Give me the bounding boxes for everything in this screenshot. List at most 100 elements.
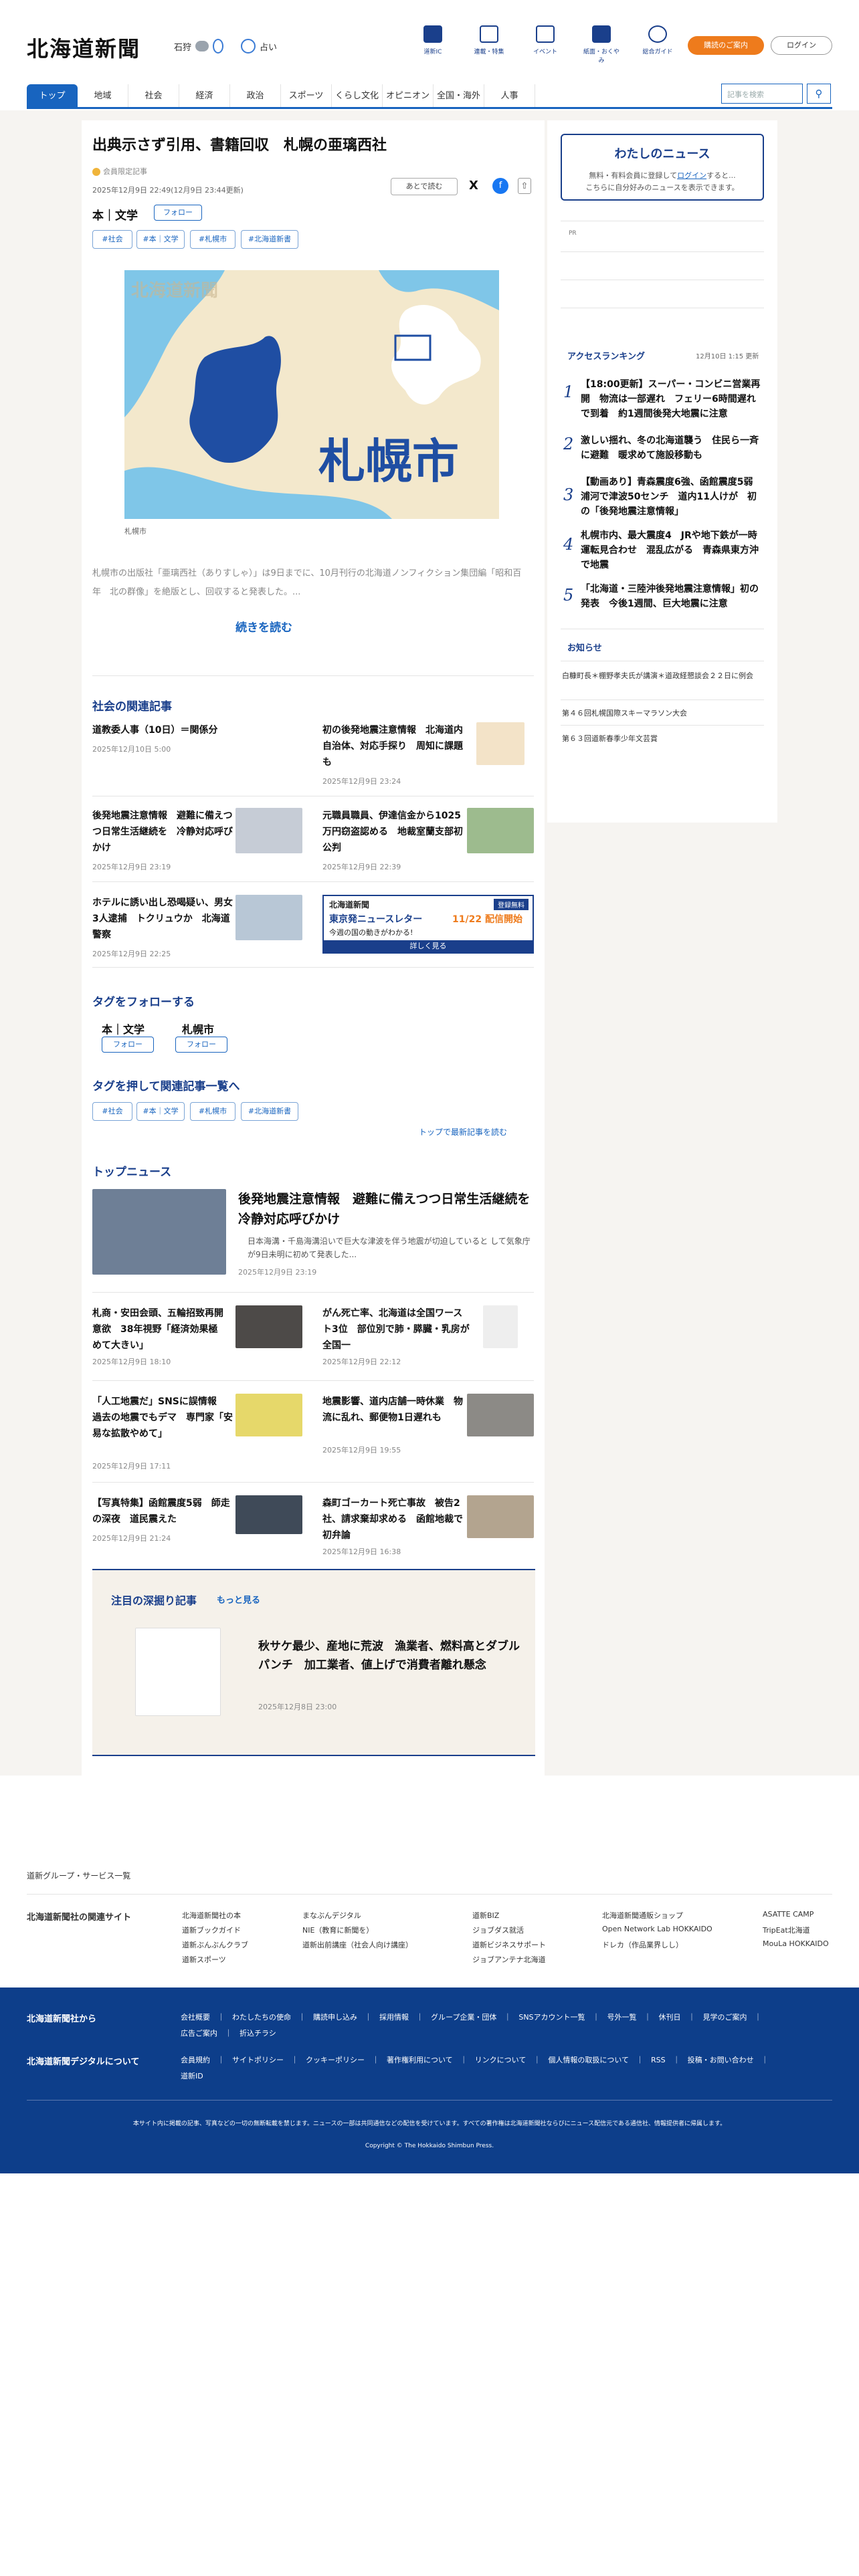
- related-site-link[interactable]: ジョブダス就活: [472, 1925, 524, 1935]
- nav-culture[interactable]: くらし文化: [332, 84, 383, 108]
- tool-series[interactable]: 連載・特集: [471, 25, 507, 64]
- search-icon[interactable]: ⚲: [807, 84, 831, 104]
- related-site-link[interactable]: 道新ビジネスサポート: [472, 1939, 546, 1950]
- top-news-title[interactable]: がん死亡率、北海道は全国ワースト3位 部位別で肺・膵臓・乳房が全国一: [322, 1305, 470, 1354]
- nav-sports[interactable]: スポーツ: [281, 84, 332, 108]
- tool-ic[interactable]: 道新IC: [415, 25, 451, 64]
- follow-button[interactable]: フォロー: [154, 205, 202, 221]
- notice-item[interactable]: 第４６回札幌国際スキーマラソン大会: [562, 708, 764, 720]
- follow-button[interactable]: フォロー: [102, 1037, 154, 1053]
- ranking-item[interactable]: 「北海道・三陸沖後発地震注意情報」初の発表 今後1週間、巨大地震に注意: [581, 582, 764, 611]
- ranking-item[interactable]: 【動画あり】青森震度6強、函館震度5弱 浦河で津波50センチ 道内11人けが 初…: [581, 475, 764, 519]
- tag-chip[interactable]: #社会: [92, 230, 132, 249]
- related-site-link[interactable]: NIE（教育に新聞を）: [302, 1925, 373, 1935]
- login-button[interactable]: ログイン: [771, 36, 832, 55]
- fortune-label[interactable]: 占い: [260, 40, 277, 53]
- related-title[interactable]: ホテルに誘い出し恐喝疑い、男女3人逮捕 トクリュウか 北海道警察: [92, 895, 233, 943]
- digital-links[interactable]: 道新ID: [181, 2070, 203, 2081]
- related-site-link[interactable]: ドレカ（作品業界しし）: [602, 1939, 683, 1950]
- nav-politics[interactable]: 政治: [230, 84, 281, 108]
- group-services-link[interactable]: 道新グループ・サービス一覧: [27, 1870, 130, 1881]
- x-share-icon[interactable]: X: [466, 178, 482, 194]
- top-news-thumbnail[interactable]: [235, 1394, 302, 1436]
- follow-button[interactable]: フォロー: [175, 1037, 227, 1053]
- fortune-icon[interactable]: [241, 39, 256, 53]
- tag-chip[interactable]: #本｜文学: [136, 230, 185, 249]
- related-site-link[interactable]: まなぶんデジタル: [302, 1910, 361, 1921]
- related-site-link[interactable]: 道新ぶんぶんクラブ: [182, 1939, 248, 1950]
- top-news-title[interactable]: 森町ゴーカート死亡事故 被告2社、請求棄却求める 函館地裁で初弁論: [322, 1495, 463, 1543]
- digital-links[interactable]: 会員規約 ｜ サイトポリシー ｜ クッキーポリシー ｜ 著作権利用について ｜ …: [181, 2054, 832, 2065]
- top-news-image[interactable]: [92, 1189, 226, 1275]
- ranking-item[interactable]: 激しい揺れ、冬の北海道襲う 住民ら一斉に避難 暖求めて施設移動も: [581, 433, 764, 463]
- nav-world[interactable]: 全国・海外: [434, 84, 484, 108]
- tool-paper[interactable]: 紙面・おくやみ: [583, 25, 619, 64]
- related-title[interactable]: 道教委人事（10日）＝関係分: [92, 722, 293, 738]
- tool-events[interactable]: イベント: [527, 25, 563, 64]
- tool-guide[interactable]: 総合ガイド: [640, 25, 676, 64]
- nav-personnel[interactable]: 人事: [484, 84, 535, 108]
- related-site-link[interactable]: 道新出前講座（社会人向け講座）: [302, 1939, 413, 1950]
- related-site-link[interactable]: 北海道新聞社の本: [182, 1910, 241, 1921]
- related-site-link[interactable]: 道新ブックガイド: [182, 1925, 241, 1935]
- weather-widget[interactable]: 石狩 占い: [174, 39, 277, 53]
- related-site-link[interactable]: 道新スポーツ: [182, 1954, 226, 1965]
- my-news-login-link[interactable]: ログイン: [677, 171, 706, 180]
- ranking-heading[interactable]: アクセスランキング: [567, 349, 645, 362]
- tag-chip[interactable]: #本｜文学: [136, 1102, 185, 1121]
- my-news-box[interactable]: わたしのニュース 無料・有料会員に登録してログインすると... こちらに自分好み…: [561, 134, 764, 201]
- top-news-lead-title[interactable]: 後発地震注意情報 避難に備えつつ日常生活継続を 冷静対応呼びかけ: [238, 1189, 543, 1229]
- related-thumbnail[interactable]: [467, 808, 534, 853]
- notice-item[interactable]: 白糠町長＊棚野孝夫氏が講演＊道政経懇談会２２日に例会: [562, 670, 764, 682]
- tag-chip[interactable]: #北海道新書: [241, 1102, 298, 1121]
- top-news-thumbnail[interactable]: [467, 1495, 534, 1538]
- nav-opinion[interactable]: オピニオン: [383, 84, 434, 108]
- nav-economy[interactable]: 経済: [179, 84, 230, 108]
- top-news-thumbnail[interactable]: [467, 1394, 534, 1436]
- company-links[interactable]: 会社概要 ｜ わたしたちの使命 ｜ 購読申し込み ｜ 採用情報 ｜ グループ企業…: [181, 2012, 832, 2022]
- search-input[interactable]: 記事を検索: [721, 84, 803, 104]
- subscribe-button[interactable]: 購読のご案内: [688, 36, 764, 55]
- related-site-link[interactable]: ASATTE CAMP: [763, 1910, 814, 1919]
- related-site-link[interactable]: TripEat北海道: [763, 1925, 810, 1935]
- related-thumbnail[interactable]: [235, 808, 302, 853]
- nav-society[interactable]: 社会: [128, 84, 179, 108]
- related-thumbnail[interactable]: [476, 722, 524, 765]
- nav-top[interactable]: トップ: [27, 84, 78, 108]
- site-logo[interactable]: 北海道新聞: [27, 32, 140, 63]
- tag-chip[interactable]: #北海道新書: [241, 230, 298, 249]
- read-more-link[interactable]: 続きを読む: [235, 618, 292, 635]
- feature-more-link[interactable]: もっと見る: [217, 1593, 260, 1606]
- ranking-item[interactable]: 【18:00更新】スーパー・コンビニ営業再開 物流は一部遅れ フェリー6時間遅れ…: [581, 377, 764, 421]
- related-site-link[interactable]: MouLa HOKKAIDO: [763, 1939, 829, 1948]
- related-thumbnail[interactable]: [235, 895, 302, 940]
- related-site-link[interactable]: 道新BIZ: [472, 1910, 499, 1921]
- top-news-thumbnail[interactable]: [235, 1495, 302, 1534]
- related-title[interactable]: 初の後発地震注意情報 北海道内自治体、対応手探り 周知に課題も: [322, 722, 470, 770]
- newsletter-ad[interactable]: 北海道新聞 登録無料 東京発ニュースレター 11/22 配信開始 今週の国の動き…: [322, 895, 534, 954]
- facebook-share-icon[interactable]: f: [492, 178, 508, 194]
- share-icon[interactable]: ⇧: [518, 178, 531, 194]
- latest-news-link[interactable]: トップで最新記事を読む: [419, 1126, 507, 1138]
- top-news-title[interactable]: 札商・安田会頭、五輪招致再開意欲 38年視野「経済効果極めて大きい」: [92, 1305, 226, 1354]
- related-title[interactable]: 元職員職員、伊達信金から1025万円窃盗認める 地裁室蘭支部初公判: [322, 808, 463, 856]
- tag-chip[interactable]: #札幌市: [190, 230, 235, 249]
- company-links[interactable]: 広告ご案内 ｜ 折込チラシ: [181, 2028, 276, 2038]
- notice-item[interactable]: 第６３回道新春季少年文芸賞: [562, 733, 764, 745]
- nav-region[interactable]: 地域: [78, 84, 128, 108]
- tag-chip[interactable]: #札幌市: [190, 1102, 235, 1121]
- related-site-link[interactable]: Open Network Lab HOKKAIDO: [602, 1925, 712, 1933]
- tag-chip[interactable]: #社会: [92, 1102, 132, 1121]
- related-site-link[interactable]: ジョブアンテナ北海道: [472, 1954, 546, 1965]
- top-news-thumbnail[interactable]: [235, 1305, 302, 1348]
- related-site-link[interactable]: 北海道新聞通販ショップ: [602, 1910, 683, 1921]
- feature-thumbnail[interactable]: [135, 1628, 221, 1716]
- ranking-item[interactable]: 札幌市内、最大震度4 JRや地下鉄が一時運転見合わせ 混乱広がる 青森県東方沖で…: [581, 528, 764, 572]
- top-news-title[interactable]: 地震影響、道内店舗一時休業 物流に乱れ、郵便物1日遅れも: [322, 1394, 463, 1426]
- feature-title[interactable]: 秋サケ最少、産地に荒波 漁業者、燃料高とダブルパンチ 加工業者、値上げで消費者離…: [258, 1637, 526, 1675]
- read-later-button[interactable]: あとで読む: [391, 178, 458, 195]
- top-news-thumbnail[interactable]: [483, 1305, 518, 1348]
- top-news-title[interactable]: 【写真特集】函館震度5弱 師走の深夜 道民震えた: [92, 1495, 233, 1527]
- related-title[interactable]: 後発地震注意情報 避難に備えつつ日常生活継続を 冷静対応呼びかけ: [92, 808, 233, 856]
- top-news-title[interactable]: 「人工地震だ」SNSに誤情報 過去の地震でもデマ 専門家「安易な拡散やめて」: [92, 1394, 233, 1442]
